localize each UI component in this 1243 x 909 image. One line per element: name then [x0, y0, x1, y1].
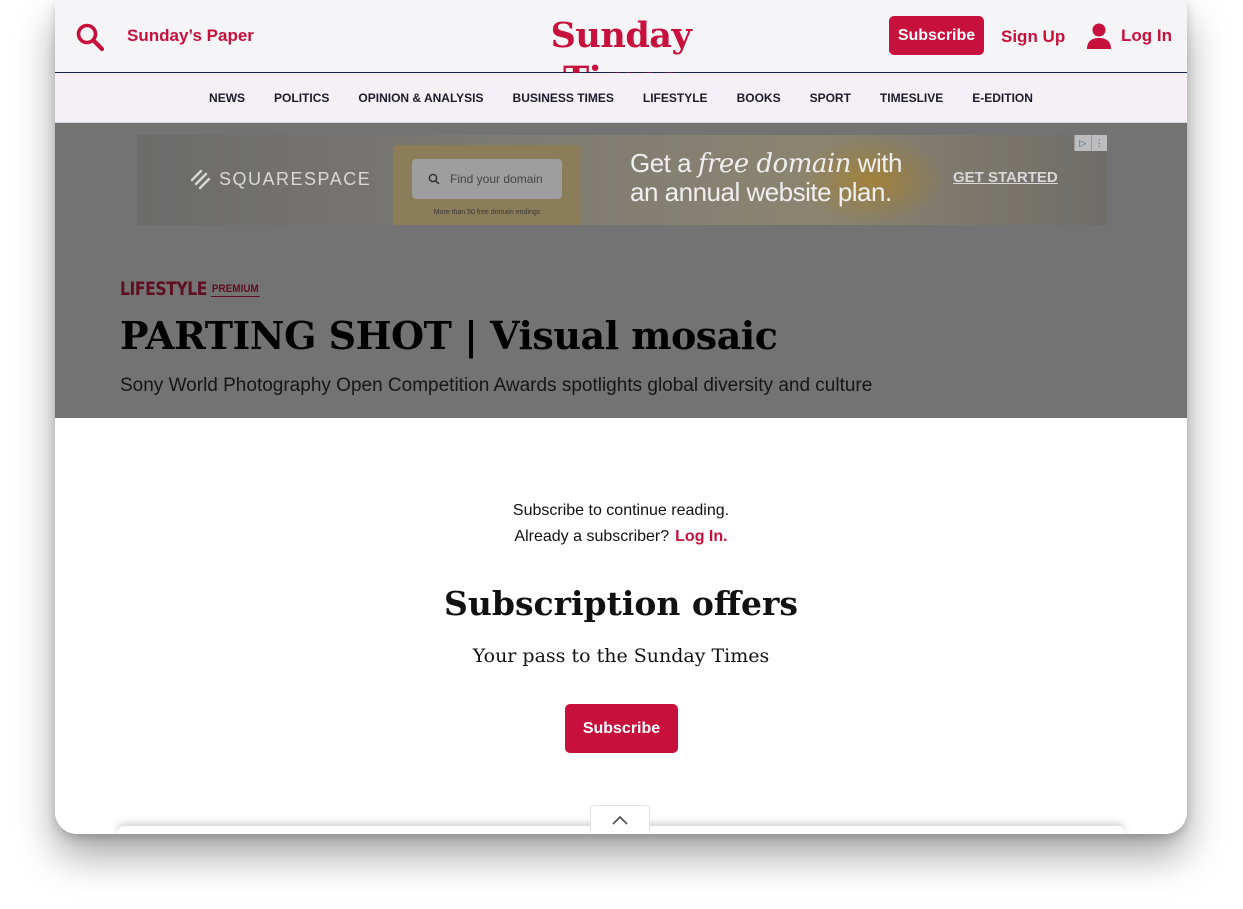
paywall-prompt: Subscribe to continue reading.	[512, 502, 730, 519]
sign-up-link[interactable]: Sign Up	[1001, 27, 1065, 47]
nav-item-e-edition[interactable]: E-EDITION	[972, 91, 1033, 105]
ad-domain-card: Find your domain More than 50 free domai…	[393, 145, 581, 225]
search-icon[interactable]	[75, 22, 105, 52]
paywall-subscribe-button[interactable]: Subscribe	[565, 704, 678, 753]
ad-card-note: More than 50 free domain endings	[433, 209, 541, 216]
article-subtitle: Sony World Photography Open Competition …	[120, 375, 873, 396]
site-header: Sunday’s Paper Sunday Times Subscribe Si…	[55, 0, 1187, 100]
paywall-login-link[interactable]: Log In.	[675, 528, 727, 545]
ad-menu-icon[interactable]: ⋮	[1090, 135, 1108, 151]
browser-window: Sunday’s Paper Sunday Times Subscribe Si…	[55, 0, 1187, 834]
nav-item-news[interactable]: NEWS	[209, 91, 245, 105]
ad-choices[interactable]: ▷ ⋮	[1074, 135, 1107, 151]
ad-brand-logo: SQUARESPACE	[189, 168, 371, 190]
paywall-panel: Subscribe to continue reading. Already a…	[55, 418, 1187, 834]
dimmed-overlay: SQUARESPACE Find your domain More than 5…	[55, 123, 1187, 418]
nav-item-books[interactable]: BOOKS	[737, 91, 781, 105]
subscription-offers-title: Subscription offers	[444, 584, 798, 623]
ad-headline-line2: an annual website plan.	[630, 177, 892, 207]
premium-badge: PREMIUM	[211, 283, 260, 297]
adchoices-icon[interactable]: ▷	[1074, 135, 1091, 151]
nav-item-politics[interactable]: POLITICS	[274, 91, 329, 105]
ad-headline-emphasis: free domain	[697, 149, 852, 179]
subscription-tagline: Your pass to the Sunday Times	[472, 645, 770, 667]
article-title: PARTING SHOT | Visual mosaic	[120, 313, 778, 358]
nav-item-timeslive[interactable]: TIMESLIVE	[880, 91, 943, 105]
nav-item-sport[interactable]: SPORT	[810, 91, 851, 105]
main-nav: NEWS POLITICS OPINION & ANALYSIS BUSINES…	[55, 73, 1187, 123]
ad-headline-suffix: with	[850, 148, 903, 178]
paywall-already-text: Already a subscriber?	[514, 528, 670, 545]
ad-banner[interactable]: SQUARESPACE Find your domain More than 5…	[137, 135, 1107, 225]
article-category[interactable]: LIFESTYLE	[120, 278, 207, 300]
nav-item-business-times[interactable]: BUSINESS TIMES	[513, 91, 614, 105]
header-subscribe-button[interactable]: Subscribe	[889, 16, 984, 55]
sundays-paper-link[interactable]: Sunday’s Paper	[127, 26, 254, 46]
chevron-up-icon	[612, 815, 628, 825]
log-in-label: Log In	[1121, 26, 1172, 45]
ad-domain-search[interactable]: Find your domain	[412, 159, 562, 199]
ad-headline-prefix: Get a	[630, 148, 698, 178]
search-icon	[428, 173, 440, 185]
ad-search-placeholder: Find your domain	[450, 172, 543, 186]
ad-headline: Get a free domain with an annual website…	[630, 149, 902, 206]
nav-item-lifestyle[interactable]: LIFESTYLE	[643, 91, 708, 105]
ad-brand-name: SQUARESPACE	[219, 168, 372, 189]
log-in-link[interactable]: Log In	[1085, 21, 1172, 51]
nav-item-opinion-analysis[interactable]: OPINION & ANALYSIS	[358, 91, 483, 105]
squarespace-logo-icon	[190, 169, 211, 190]
user-icon	[1087, 23, 1111, 49]
paywall-collapse-button[interactable]	[590, 805, 650, 833]
paywall-already-subscriber: Already a subscriber? Log In.	[55, 528, 1187, 546]
ad-get-started-link[interactable]: GET STARTED	[953, 169, 1058, 186]
